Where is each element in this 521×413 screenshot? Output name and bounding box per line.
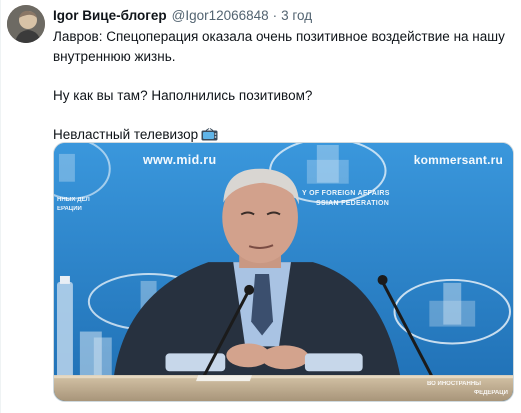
tweet-text: Лавров: Спецоперация оказала очень позит… <box>53 27 513 145</box>
emblem-text-1: Y OF FOREIGN AFFAIRS <box>302 190 390 197</box>
avatar[interactable] <box>7 5 45 43</box>
tv-icon <box>201 128 218 141</box>
avatar-image <box>7 5 45 43</box>
timestamp[interactable]: 3 год <box>281 8 312 23</box>
hand-right <box>261 345 309 370</box>
tweet: Igor Вице-блогер @Igor12066848 · 3 год Л… <box>0 0 521 413</box>
tweet-line-3-text: Невластный телевизор <box>53 127 199 142</box>
glass-2 <box>93 337 112 378</box>
separator-dot: · <box>272 7 278 23</box>
side-text-1: ННЫХ ДЕЛ <box>57 197 90 203</box>
author-name[interactable]: Igor Вице-блогер <box>53 8 167 23</box>
bottom-text-1: ВО ИНОСТРАННЫ <box>427 381 482 387</box>
tweet-line-2: Ну как вы там? Наполнились позитивом? <box>53 88 313 103</box>
water-bottle <box>56 281 73 380</box>
side-text-2: ЕРАЦИИ <box>57 206 82 212</box>
author-handle[interactable]: @Igor12066848 <box>172 8 269 23</box>
video-scene <box>54 143 513 401</box>
tweet-header: Igor Вице-блогер @Igor12066848 · 3 год <box>53 6 312 24</box>
video-frame[interactable]: www.mid.ru kommersant.ru Y OF FOREIGN AF… <box>53 142 514 402</box>
emblem-text-2: SSIAN FEDERATION <box>316 200 390 207</box>
watermark-mid: www.mid.ru <box>143 153 217 167</box>
bottom-text-2: ФЕДЕРАЦИ <box>474 390 508 396</box>
table <box>54 375 513 401</box>
tweet-line-1: Лавров: Спецоперация оказала очень позит… <box>53 29 505 64</box>
watermark-kommersant: kommersant.ru <box>413 153 503 167</box>
